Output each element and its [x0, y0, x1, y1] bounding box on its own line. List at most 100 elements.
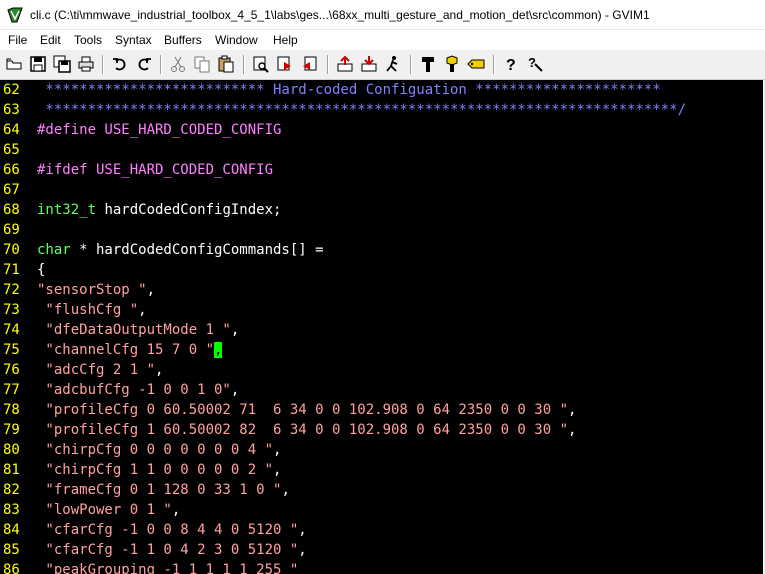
- code-line[interactable]: 65: [0, 140, 765, 160]
- menu-window[interactable]: Window: [215, 32, 258, 48]
- menu-edit[interactable]: Edit: [40, 32, 61, 48]
- code-token: char: [37, 242, 71, 258]
- menu-buffers[interactable]: Buffers: [164, 32, 202, 48]
- code-text[interactable]: ************************** Hard-coded Co…: [37, 80, 661, 100]
- menu-file[interactable]: File: [8, 32, 27, 48]
- code-token: ,: [568, 422, 577, 438]
- line-number: 82: [3, 482, 20, 498]
- line-number: 64: [3, 122, 20, 138]
- code-token: ,: [298, 522, 307, 538]
- help-icon[interactable]: ?: [501, 54, 521, 74]
- open-icon[interactable]: [4, 54, 24, 74]
- line-number: 65: [3, 142, 20, 158]
- code-text[interactable]: "lowPower 0 1 ",: [37, 500, 180, 520]
- code-text[interactable]: "peakGrouping -1 1 1 1 1 255 ": [37, 560, 298, 574]
- tag-icon[interactable]: [466, 54, 486, 74]
- code-text[interactable]: ****************************************…: [37, 100, 686, 120]
- toolbar-separator: [327, 55, 329, 74]
- code-line[interactable]: 79 "profileCfg 1 60.50002 82 6 34 0 0 10…: [0, 420, 765, 440]
- code-text[interactable]: #ifdef USE_HARD_CODED_CONFIG: [37, 160, 273, 180]
- svg-text:?: ?: [506, 57, 516, 74]
- gvim-app-icon[interactable]: [7, 7, 23, 23]
- menu-bar: File Edit Tools Syntax Buffers Window He…: [0, 30, 765, 50]
- code-line[interactable]: 86 "peakGrouping -1 1 1 1 1 255 ": [0, 560, 765, 574]
- code-line[interactable]: 62 ************************** Hard-coded…: [0, 80, 765, 100]
- code-text[interactable]: "cfarCfg -1 1 0 4 2 3 0 5120 ",: [37, 540, 306, 560]
- paste-icon[interactable]: [216, 54, 236, 74]
- find-help-icon[interactable]: ?: [525, 54, 545, 74]
- code-line[interactable]: 70 char * hardCodedConfigCommands[] =: [0, 240, 765, 260]
- code-line[interactable]: 80 "chirpCfg 0 0 0 0 0 0 0 4 ",: [0, 440, 765, 460]
- code-token: "profileCfg 0 60.50002 71 6 34 0 0 102.9…: [37, 402, 569, 418]
- load-session-icon[interactable]: [335, 54, 355, 74]
- find-icon[interactable]: [251, 54, 271, 74]
- code-token: "cfarCfg -1 1 0 4 2 3 0 5120 ": [37, 542, 299, 558]
- code-text[interactable]: "sensorStop ",: [37, 280, 155, 300]
- code-line[interactable]: 71 {: [0, 260, 765, 280]
- code-line[interactable]: 69: [0, 220, 765, 240]
- redo-icon[interactable]: [134, 54, 154, 74]
- code-token: ,: [230, 382, 240, 398]
- code-token: ************************** Hard-coded Co…: [37, 82, 661, 98]
- code-line[interactable]: 63 *************************************…: [0, 100, 765, 120]
- make-icon[interactable]: [418, 54, 438, 74]
- code-token: int32_t: [37, 202, 97, 218]
- title-bar[interactable]: cli.c (C:\ti\mmwave_industrial_toolbox_4…: [0, 0, 765, 30]
- find-next-icon[interactable]: [275, 54, 295, 74]
- code-text[interactable]: "dfeDataOutputMode 1 ",: [37, 320, 239, 340]
- undo-icon[interactable]: [110, 54, 130, 74]
- code-token: "chirpCfg 0 0 0 0 0 0 0 4 ": [37, 442, 274, 458]
- code-text[interactable]: "cfarCfg -1 0 0 8 4 4 0 5120 ",: [37, 520, 307, 540]
- line-number: 66: [3, 162, 20, 178]
- save-session-icon[interactable]: [359, 54, 379, 74]
- code-line[interactable]: 82 "frameCfg 0 1 128 0 33 1 0 ",: [0, 480, 765, 500]
- code-text[interactable]: "adcbufCfg -1 0 0 1 0",: [37, 380, 239, 400]
- code-line[interactable]: 73 "flushCfg ",: [0, 300, 765, 320]
- code-token: "chirpCfg 1 1 0 0 0 0 0 2 ": [37, 462, 274, 478]
- menu-help[interactable]: Help: [273, 32, 298, 48]
- save-icon[interactable]: [28, 54, 48, 74]
- find-prev-icon[interactable]: [299, 54, 319, 74]
- line-number: 69: [3, 222, 20, 238]
- code-line[interactable]: 85 "cfarCfg -1 1 0 4 2 3 0 5120 ",: [0, 540, 765, 560]
- window-title: cli.c (C:\ti\mmwave_industrial_toolbox_4…: [30, 8, 650, 22]
- code-text[interactable]: "frameCfg 0 1 128 0 33 1 0 ",: [37, 480, 289, 500]
- menu-syntax[interactable]: Syntax: [115, 32, 152, 48]
- code-text[interactable]: {: [37, 260, 45, 280]
- shell-icon[interactable]: [442, 54, 462, 74]
- code-line[interactable]: 67: [0, 180, 765, 200]
- code-text[interactable]: int32_t hardCodedConfigIndex;: [37, 200, 281, 220]
- code-text[interactable]: "adcCfg 2 1 ",: [37, 360, 163, 380]
- line-number: 85: [3, 542, 20, 558]
- code-text[interactable]: "channelCfg 15 7 0 ",: [37, 340, 223, 360]
- code-line[interactable]: 64 #define USE_HARD_CODED_CONFIG: [0, 120, 765, 140]
- text-editor[interactable]: 62 ************************** Hard-coded…: [0, 80, 765, 574]
- save-all-icon[interactable]: [52, 54, 72, 74]
- code-line[interactable]: 68 int32_t hardCodedConfigIndex;: [0, 200, 765, 220]
- code-text[interactable]: "chirpCfg 1 1 0 0 0 0 0 2 ",: [37, 460, 281, 480]
- code-token: "flushCfg ": [37, 302, 139, 318]
- print-icon[interactable]: [76, 54, 96, 74]
- run-script-icon[interactable]: [383, 54, 403, 74]
- code-text[interactable]: "flushCfg ",: [37, 300, 146, 320]
- code-line[interactable]: 76 "adcCfg 2 1 ",: [0, 360, 765, 380]
- code-text[interactable]: "profileCfg 0 60.50002 71 6 34 0 0 102.9…: [37, 400, 576, 420]
- code-line[interactable]: 75 "channelCfg 15 7 0 ",: [0, 340, 765, 360]
- code-line[interactable]: 78 "profileCfg 0 60.50002 71 6 34 0 0 10…: [0, 400, 765, 420]
- code-line[interactable]: 81 "chirpCfg 1 1 0 0 0 0 0 2 ",: [0, 460, 765, 480]
- code-line[interactable]: 84 "cfarCfg -1 0 0 8 4 4 0 5120 ",: [0, 520, 765, 540]
- code-text[interactable]: "profileCfg 1 60.50002 82 6 34 0 0 102.9…: [37, 420, 576, 440]
- code-text[interactable]: char * hardCodedConfigCommands[] =: [37, 240, 324, 260]
- line-number: 84: [3, 522, 20, 538]
- code-line[interactable]: 83 "lowPower 0 1 ",: [0, 500, 765, 520]
- code-line[interactable]: 66 #ifdef USE_HARD_CODED_CONFIG: [0, 160, 765, 180]
- copy-icon[interactable]: [192, 54, 212, 74]
- cut-icon[interactable]: [168, 54, 188, 74]
- code-text[interactable]: "chirpCfg 0 0 0 0 0 0 0 4 ",: [37, 440, 281, 460]
- line-number: 78: [3, 402, 20, 418]
- code-line[interactable]: 72 "sensorStop ",: [0, 280, 765, 300]
- code-text[interactable]: #define USE_HARD_CODED_CONFIG: [37, 120, 281, 140]
- menu-tools[interactable]: Tools: [74, 32, 102, 48]
- code-line[interactable]: 74 "dfeDataOutputMode 1 ",: [0, 320, 765, 340]
- code-line[interactable]: 77 "adcbufCfg -1 0 0 1 0",: [0, 380, 765, 400]
